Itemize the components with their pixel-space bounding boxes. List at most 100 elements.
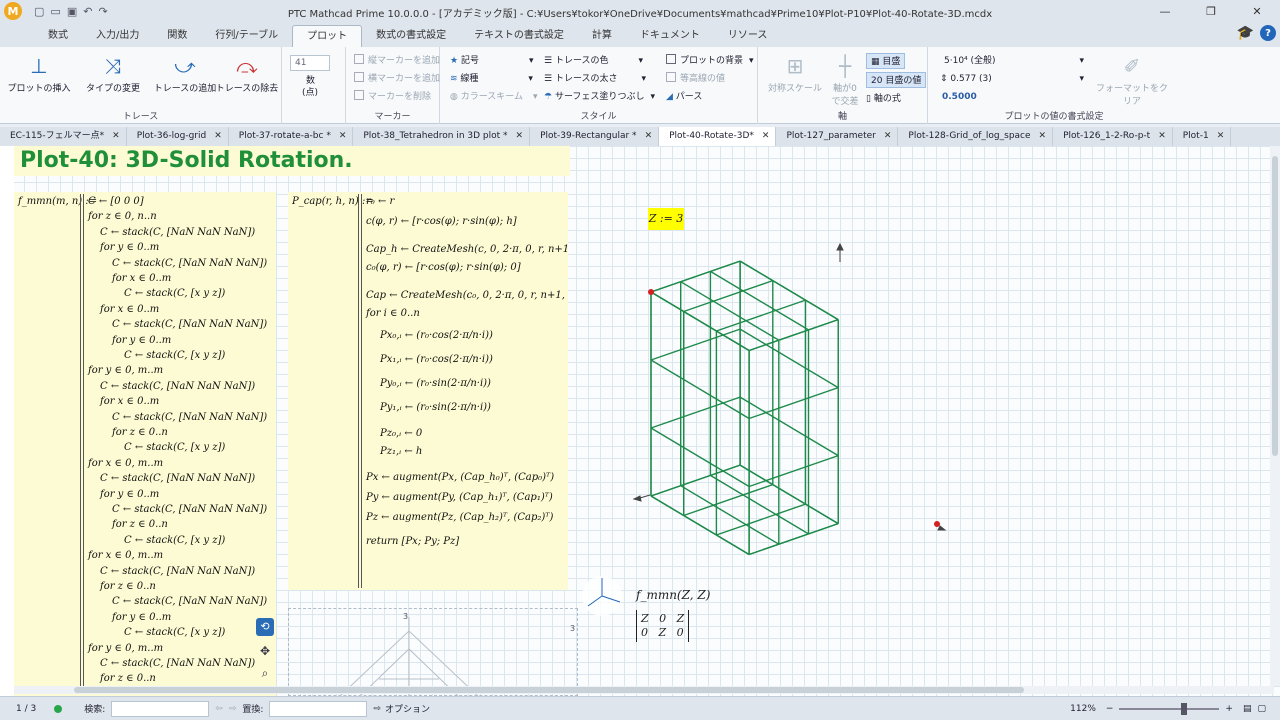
point-count-input[interactable]: 41: [290, 55, 330, 71]
horizontal-scroll-thumb[interactable]: [74, 687, 1024, 693]
ribbon-tab[interactable]: 数式の書式設定: [362, 25, 460, 47]
search-input[interactable]: [111, 700, 210, 717]
tick-values-icon: 20: [871, 76, 886, 86]
line-style-dropdown[interactable]: ≋ 線種 ▾: [450, 71, 533, 87]
pan-icon[interactable]: ✥: [256, 642, 274, 660]
axis-expression-button[interactable]: ▯ 軸の式: [866, 91, 901, 107]
change-type-button[interactable]: ⤨ タイプの変更: [80, 51, 146, 94]
horizontal-marker-label: 横マーカーを追加: [368, 74, 441, 84]
delete-marker-icon: [354, 90, 364, 100]
ribbon-tab[interactable]: テキストの書式設定: [460, 25, 578, 47]
symbol-dropdown[interactable]: ★ 記号 ▾: [450, 53, 533, 69]
ribbon-tab[interactable]: 数式: [34, 25, 82, 47]
insert-plot-button[interactable]: ⊥ プロットの挿入: [6, 51, 72, 94]
page-view-icon[interactable]: ▤: [1243, 704, 1252, 714]
document-tab[interactable]: Plot-1 ✕: [1173, 127, 1232, 146]
ribbon-tab[interactable]: ドキュメント: [626, 25, 714, 47]
close-icon[interactable]: ✕: [1234, 0, 1280, 22]
close-tab-icon[interactable]: ✕: [214, 127, 222, 146]
document-tab[interactable]: Plot-36-log-grid ✕: [127, 127, 229, 146]
axis-cross-zero-button[interactable]: ┼ 軸が0 で交差: [820, 51, 870, 107]
page-title[interactable]: Plot-40: 3D-Solid Rotation.: [14, 146, 570, 176]
zoom-slider-thumb[interactable]: [1181, 702, 1188, 715]
add-vertical-marker-button[interactable]: 縦マーカーを追加: [354, 53, 440, 69]
document-tab[interactable]: Plot-39-Rectangular * ✕: [530, 127, 660, 146]
ribbon-tab[interactable]: リソース: [714, 25, 782, 47]
tick-values-toggle[interactable]: 20 目盛の値: [866, 72, 927, 88]
close-tab-icon[interactable]: ✕: [762, 127, 770, 146]
function-region-fmmn[interactable]: f_mmn(m, n) := C ← [0 0 0] for z ∈ 0, n..…: [14, 192, 276, 696]
plot-background-dropdown[interactable]: プロットの背景 ▾: [666, 53, 754, 69]
worksheet[interactable]: Plot-40: 3D-Solid Rotation. f_mmn(m, n) …: [0, 146, 1280, 696]
close-tab-icon[interactable]: ✕: [1039, 127, 1047, 146]
ribbon-tab[interactable]: 関数: [153, 25, 201, 47]
redo-icon[interactable]: ↷: [98, 5, 107, 18]
vertical-scrollbar[interactable]: [1270, 146, 1280, 686]
draft-view-icon[interactable]: ▢: [1257, 704, 1266, 714]
trace-color-dropdown[interactable]: ☰ トレースの色 ▾: [544, 53, 643, 69]
close-tab-icon[interactable]: ✕: [112, 127, 120, 146]
zoom-out-icon[interactable]: −: [1106, 704, 1114, 714]
document-tab[interactable]: Plot-127_parameter ✕: [776, 127, 899, 146]
vertical-scroll-thumb[interactable]: [1272, 156, 1278, 456]
ribbon-tab[interactable]: プロット: [292, 25, 363, 47]
ribbon-tab[interactable]: 入力/出力: [82, 25, 153, 47]
close-tab-icon[interactable]: ✕: [884, 127, 892, 146]
program-bar: [83, 194, 84, 694]
add-horizontal-marker-button[interactable]: 横マーカーを追加: [354, 71, 440, 87]
ticks-toggle[interactable]: ▦ 目盛: [866, 53, 906, 69]
ribbon-tab[interactable]: 行列/テーブル: [201, 25, 292, 47]
new-file-icon[interactable]: ▢: [34, 5, 44, 18]
zoom-slider[interactable]: [1119, 702, 1220, 715]
small-3d-plot[interactable]: 3: [288, 608, 578, 696]
search-prev-icon[interactable]: ⇦: [215, 704, 223, 714]
function-region-pcap[interactable]: P_cap(r, h, n) := r₀ ← r c(φ, r) ← [r·cos…: [288, 192, 568, 590]
perspective-button[interactable]: ◢ パース: [666, 89, 702, 105]
trace-width-dropdown[interactable]: ☰ トレースの太さ ▾: [544, 71, 646, 87]
ribbon-tab[interactable]: 計算: [578, 25, 626, 47]
zoom-in-icon[interactable]: +: [1225, 704, 1233, 714]
document-tab[interactable]: Plot-126_1-2-Ro-p-t ✕: [1053, 127, 1173, 146]
maximize-icon[interactable]: ❐: [1188, 0, 1234, 22]
number-format-dropdown[interactable]: 5·10⁴ (全般) ▾: [944, 53, 1084, 69]
delete-marker-button[interactable]: マーカーを削除: [354, 89, 431, 105]
save-icon[interactable]: ▣: [67, 5, 77, 18]
program-line: C ← stack(C, [x y z]): [124, 534, 226, 546]
search-label: 検索:: [84, 705, 106, 715]
program-line: Py ← augment(Py, (Cap_h₁)ᵀ, (Cap₁)ᵀ): [366, 492, 553, 503]
search-next-icon[interactable]: ⇨: [229, 704, 237, 714]
minimize-icon[interactable]: —: [1142, 0, 1188, 22]
close-tab-icon[interactable]: ✕: [1158, 127, 1166, 146]
rotate-icon[interactable]: ⟲: [256, 618, 274, 636]
z-definition[interactable]: Z := 3: [648, 208, 684, 230]
precision-stepper[interactable]: ⇕ 0.577 (3) ▾: [940, 71, 1084, 87]
surface-fill-dropdown[interactable]: ☂ サーフェス塗りつぶし ▾: [544, 89, 655, 105]
close-tab-icon[interactable]: ✕: [339, 127, 347, 146]
zoom-icon[interactable]: ⌕: [256, 664, 274, 682]
horizontal-scrollbar[interactable]: [14, 686, 1274, 694]
app-logo[interactable]: M: [0, 0, 26, 22]
document-tab[interactable]: Plot-40-Rotate-3D* ✕: [659, 127, 777, 146]
undo-icon[interactable]: ↶: [83, 5, 92, 18]
contour-values-button[interactable]: 等高線の値: [666, 71, 725, 87]
help-icon[interactable]: ?: [1260, 25, 1276, 41]
close-tab-icon[interactable]: ✕: [516, 127, 524, 146]
color-scheme-dropdown[interactable]: ◍ カラースキーム ▾: [450, 89, 538, 105]
document-tab[interactable]: Plot-128-Grid_of_log_space ✕: [898, 127, 1054, 146]
function-call[interactable]: f_mmn(Z, Z): [636, 588, 710, 602]
close-tab-icon[interactable]: ✕: [1217, 127, 1225, 146]
document-tab[interactable]: Plot-38_Tetrahedron in 3D plot * ✕: [353, 127, 531, 146]
main-3d-plot[interactable]: [620, 236, 960, 566]
replace-input[interactable]: [269, 700, 368, 717]
document-tab[interactable]: Plot-37-rotate-a-bc * ✕: [229, 127, 354, 146]
close-tab-icon[interactable]: ✕: [645, 127, 653, 146]
clear-format-button[interactable]: ✐ フォーマットをクリア: [1092, 51, 1172, 107]
graduation-cap-icon[interactable]: 🎓: [1237, 25, 1254, 41]
add-trace-button[interactable]: ⤻ トレースの追加: [152, 51, 218, 94]
open-folder-icon[interactable]: ▭: [50, 5, 60, 18]
document-tab-label: Plot-37-rotate-a-bc *: [238, 131, 331, 141]
document-tab[interactable]: EC-115-フェルマー点* ✕: [0, 127, 127, 146]
options-button[interactable]: オプション: [385, 702, 430, 715]
remove-trace-button[interactable]: ⤼ トレースの除去: [214, 51, 280, 94]
wire-edge: [680, 281, 780, 341]
